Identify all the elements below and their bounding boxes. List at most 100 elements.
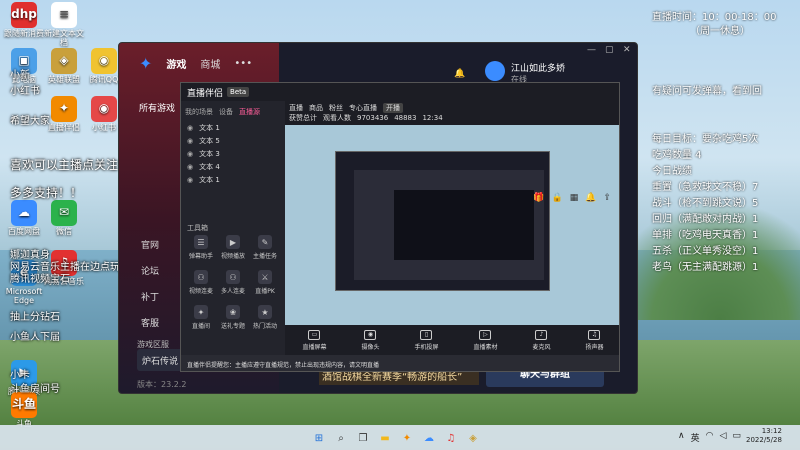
tab-scenes[interactable]: 我的场景	[185, 107, 213, 117]
file-explorer-icon[interactable]: ▬	[376, 429, 394, 447]
gift-icon[interactable]: 🎁	[533, 193, 544, 203]
eat-count: 吃鸡数量 4	[652, 150, 702, 161]
tool-item[interactable]: ✦ 直播间	[185, 305, 217, 330]
desktop-icon[interactable]: ☁ 百度网盘	[4, 200, 44, 237]
desktop-icon[interactable]: 斗鱼 斗鱼	[4, 392, 44, 429]
all-games-link[interactable]: 所有游戏	[139, 101, 175, 114]
input-language[interactable]: 英	[691, 431, 700, 444]
netease-icon[interactable]: ♫	[442, 429, 460, 447]
desktop-icon-label: Microsoft Edge	[5, 287, 43, 305]
notification-icon[interactable]: 🔔	[585, 193, 596, 203]
overlay-line: 希望大家	[10, 116, 50, 127]
app-icon: ≡	[51, 2, 77, 28]
app-icon: dhp	[11, 2, 37, 28]
scene-row[interactable]: ◉ 文本 1	[181, 121, 285, 134]
stream-control[interactable]: ▭ 直播屏幕	[302, 329, 327, 351]
share-icon[interactable]: ⇪	[603, 193, 611, 203]
task-line: 单排（吃鸡电天真香）1	[652, 230, 759, 241]
tool-item[interactable]: ☰ 弹幕助手	[185, 235, 217, 260]
tab-shop[interactable]: 商城	[200, 56, 220, 71]
tray-chevron-icon[interactable]: ∧	[678, 431, 685, 444]
clock-time: 13:12	[761, 427, 782, 435]
tool-item[interactable]: ✎ 主播任务	[249, 235, 281, 260]
scene-list: ◉ 文本 1 ◉ 文本 5 ◉ 文本 3 ◉ 文本 4 ◉ 文本 1	[181, 121, 285, 186]
tool-item[interactable]: ⚇ 视频连麦	[185, 270, 217, 295]
tool-item[interactable]: ⚇ 多人连麦	[217, 270, 249, 295]
task-line: 重置（急救球文不稳）7	[652, 182, 759, 193]
volume-icon[interactable]: ◁	[719, 431, 726, 444]
desktop-icon[interactable]: ✦ 直播伴侣	[44, 96, 84, 133]
bell-icon[interactable]: 🔔	[454, 69, 465, 79]
tool-label: 多人连麦	[220, 288, 245, 295]
maximize-button[interactable]: ▢	[605, 45, 614, 55]
desktop-icon[interactable]: dhp 跟随新消费	[4, 2, 44, 39]
app-icon: ◈	[51, 48, 77, 74]
side-link-site[interactable]: 官网	[141, 233, 159, 259]
desktop-icon[interactable]: ≡ 新建文本文档	[44, 2, 84, 48]
desktop-icon[interactable]: ✉ 微信	[44, 200, 84, 237]
tab-sources[interactable]: 直播源	[239, 107, 260, 117]
app-icon: ◉	[91, 48, 117, 74]
tool-item[interactable]: ▶ 视频播放	[217, 235, 249, 260]
side-link-patch[interactable]: 补丁	[141, 285, 159, 311]
scene-row[interactable]: ◉ 文本 5	[181, 134, 285, 147]
scene-row[interactable]: ◉ 文本 1	[181, 173, 285, 186]
scene-label: 文本 4	[199, 162, 220, 171]
minimize-button[interactable]: —	[587, 45, 596, 55]
eye-icon[interactable]: ◉	[187, 124, 193, 132]
stream-control[interactable]: ▷ 直播素材	[473, 329, 498, 351]
top-label-focus[interactable]: 专心直播	[349, 103, 377, 113]
desktop-icon[interactable]: ◈ 英雄联盟	[44, 48, 84, 85]
app-icon: ✉	[51, 200, 77, 226]
game-icon[interactable]: ◈	[464, 429, 482, 447]
tool-icon: ⚔	[258, 270, 272, 284]
stream-app-title: 直播伴侣	[187, 88, 224, 99]
lock-icon[interactable]: 🔒	[552, 193, 563, 203]
task-line: 战斗（枪不到跳文说）5	[652, 198, 759, 209]
douyin-icon[interactable]: ✦	[398, 429, 416, 447]
stream-control[interactable]: ♫ 扬声器	[585, 329, 604, 351]
eye-icon[interactable]: ◉	[187, 163, 193, 171]
tool-item[interactable]: ★ 热门活动	[249, 305, 281, 330]
top-label-goods[interactable]: 商品	[309, 103, 323, 113]
search-icon[interactable]: ⌕	[332, 429, 350, 447]
more-menu[interactable]: •••	[234, 58, 252, 69]
rest-day: （周一休息）	[690, 26, 750, 37]
stream-control[interactable]: ▯ 手机投屏	[414, 329, 439, 351]
go-live-pill[interactable]: 开播	[383, 103, 403, 113]
wifi-icon[interactable]: ◠	[706, 431, 714, 444]
eye-icon[interactable]: ◉	[187, 150, 193, 158]
task-line: 五杀（正义单秀没空）1	[652, 246, 759, 257]
beta-badge: Beta	[227, 87, 250, 97]
side-link-forum[interactable]: 论坛	[141, 259, 159, 285]
avatar[interactable]	[485, 61, 505, 81]
tool-label: 送礼专题	[220, 323, 245, 330]
close-button[interactable]: ✕	[623, 45, 631, 55]
tool-label: 热门活动	[252, 323, 277, 330]
battery-icon[interactable]: ▭	[732, 431, 741, 444]
stream-preview	[285, 125, 619, 325]
grid-icon[interactable]: ▦	[570, 193, 579, 203]
top-label-fans[interactable]: 粉丝	[329, 103, 343, 113]
desktop-icon-label: 新建文本文档	[44, 29, 84, 47]
top-label-live[interactable]: 直播	[289, 103, 303, 113]
stream-controls: ▭ 直播屏幕 ◉ 摄像头 ▯ 手机投屏 ▷ 直播素材 ♪ 麦克风 ♫ 扬声器	[285, 325, 619, 355]
stream-control[interactable]: ♪ 麦克风	[532, 329, 551, 351]
eye-icon[interactable]: ◉	[187, 176, 193, 184]
stream-control[interactable]: ◉ 摄像头	[361, 329, 380, 351]
scene-row[interactable]: ◉ 文本 3	[181, 147, 285, 160]
tool-icon: ▶	[226, 235, 240, 249]
baidu-icon[interactable]: ☁	[420, 429, 438, 447]
windows-start-icon[interactable]: ⊞	[310, 429, 328, 447]
tool-item[interactable]: ❀ 送礼专题	[217, 305, 249, 330]
desktop-icon-label: 百度网盘	[8, 227, 40, 236]
tab-game[interactable]: 游戏	[166, 56, 186, 71]
task-view-icon[interactable]: ❐	[354, 429, 372, 447]
tab-devices[interactable]: 设备	[219, 107, 233, 117]
side-link-support[interactable]: 客服	[141, 311, 159, 337]
eye-icon[interactable]: ◉	[187, 137, 193, 145]
stream-topbar: 直播 商品 粉丝 专心直播 开播 获赞总计 观看人数 9703436 48883…	[285, 101, 619, 125]
taskbar-clock[interactable]: 13:12 2022/5/28	[746, 427, 782, 445]
scene-row[interactable]: ◉ 文本 4	[181, 160, 285, 173]
tool-item[interactable]: ⚔ 直播PK	[249, 270, 281, 295]
